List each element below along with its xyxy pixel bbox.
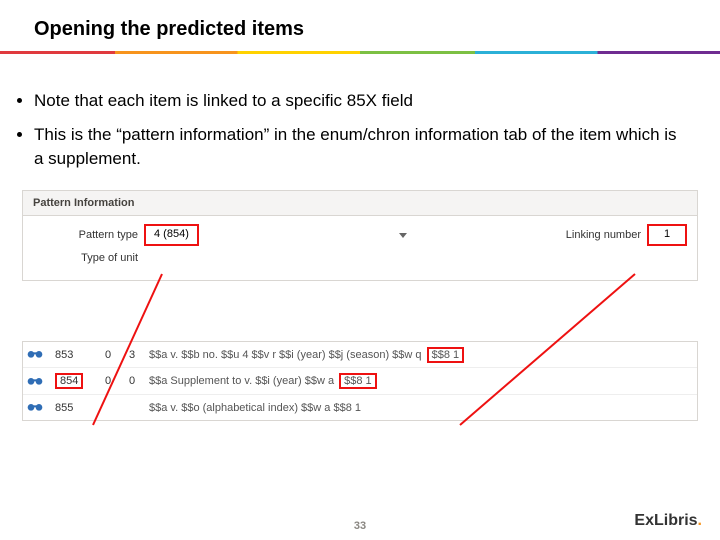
- brand-name: ExLibris: [634, 512, 697, 529]
- table-row: 853 03 $$a v. $$b no. $$u 4 $$v r $$i (yea…: [23, 342, 697, 368]
- marc-ind1: 0: [101, 349, 115, 361]
- bullet-1: Note that each item is linked to a speci…: [34, 89, 686, 113]
- pattern-type-label: Pattern type: [33, 229, 144, 241]
- type-of-unit-label: Type of unit: [33, 252, 144, 264]
- table-row: 855 $$a v. $$o (alphabetical index) $$w a…: [23, 395, 697, 420]
- marc-subfields: $$a v. $$o (alphabetical index) $$w a $$…: [149, 402, 693, 414]
- marc-tag: 854: [55, 373, 91, 389]
- type-of-unit-value: [144, 256, 152, 260]
- row-pattern-type: Pattern type 4 (854) Linking number 1: [33, 224, 687, 246]
- panel-body: Pattern type 4 (854) Linking number 1 Ty…: [22, 215, 698, 281]
- brand-logo: ExLibris.: [634, 512, 702, 530]
- marc-ind2: 0: [125, 375, 139, 387]
- page-number: 33: [0, 520, 720, 532]
- pattern-info-panel: Pattern Information Pattern type 4 (854)…: [22, 190, 698, 281]
- page-title: Opening the predicted items: [0, 0, 720, 51]
- marc-subfields: $$a v. $$b no. $$u 4 $$v r $$i (year) $$…: [149, 349, 693, 361]
- marc-table: 85303$$a v. $$b no. $$u 4 $$v r $$i (yea…: [22, 341, 698, 421]
- brand-dot-icon: .: [698, 512, 702, 529]
- marc-tag: 855: [55, 402, 91, 414]
- bullet-list: Note that each item is linked to a speci…: [0, 71, 720, 170]
- divider-rainbow: [0, 51, 720, 54]
- chevron-down-icon[interactable]: [399, 233, 407, 238]
- marc-ind1: 0: [101, 375, 115, 387]
- binoculars-icon[interactable]: [27, 347, 45, 362]
- row-type-of-unit: Type of unit: [33, 252, 687, 264]
- bullet-2: This is the “pattern information” in the…: [34, 123, 686, 171]
- marc-tag: 853: [55, 349, 91, 361]
- binoculars-icon[interactable]: [27, 400, 45, 415]
- linking-highlight: $$8 1: [339, 373, 377, 389]
- table-row: 854 00 $$a Supplement to v. $$i (year) $$w…: [23, 368, 697, 395]
- panel-header: Pattern Information: [22, 190, 698, 215]
- marc-ind2: 3: [125, 349, 139, 361]
- pattern-type-value[interactable]: 4 (854): [144, 224, 199, 246]
- binoculars-icon[interactable]: [27, 374, 45, 389]
- linking-number-label: Linking number: [566, 229, 647, 241]
- linking-number-value[interactable]: 1: [647, 224, 687, 246]
- marc-subfields: $$a Supplement to v. $$i (year) $$w a $$…: [149, 375, 693, 387]
- linking-highlight: $$8 1: [427, 347, 465, 363]
